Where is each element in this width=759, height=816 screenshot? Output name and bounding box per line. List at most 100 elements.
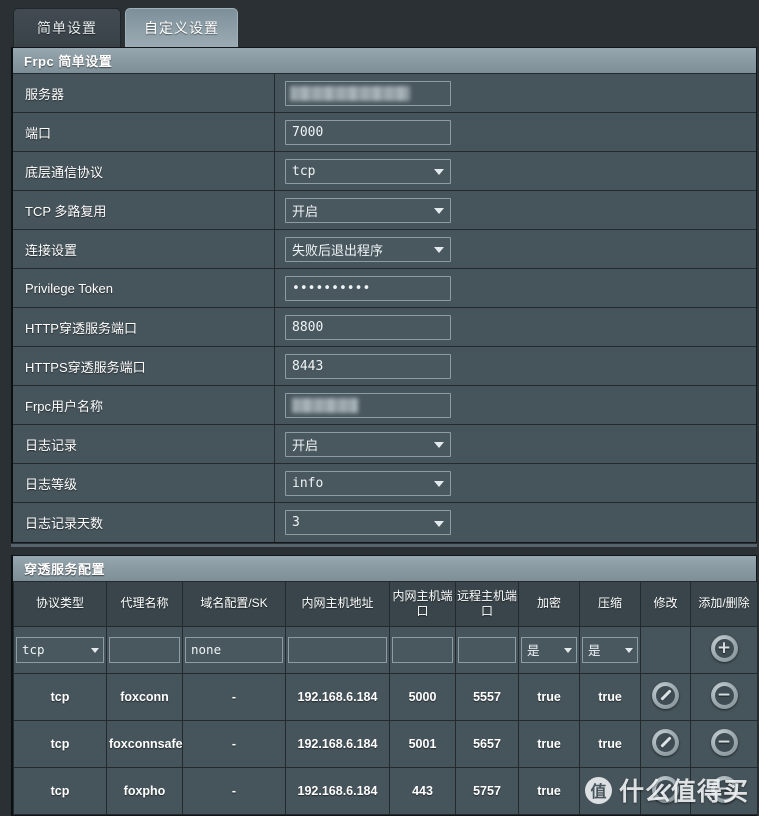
label-log-level: 日志等级 — [13, 464, 275, 502]
frpc-username-input[interactable] — [285, 392, 451, 418]
form-row-https-port: HTTPS穿透服务端口 — [13, 347, 756, 386]
label-tcp-mux: TCP 多路复用 — [13, 191, 275, 229]
field-privilege-token — [275, 269, 756, 307]
new-encrypt-value: 是 — [527, 644, 540, 658]
form-row-frpc-username: Frpc用户名称 — [13, 386, 756, 425]
chevron-down-icon — [434, 481, 444, 487]
label-port: 端口 — [13, 113, 275, 151]
cell-proxy-name: foxconn — [106, 672, 183, 721]
new-protocol-value: tcp — [22, 642, 45, 657]
basic-settings-panel: Frpc 简单设置 服务器 端口 底层通信协议 tcp — [11, 47, 757, 543]
cell-delete: − — [690, 766, 758, 815]
pencil-circle-icon[interactable] — [652, 681, 679, 709]
connection-select[interactable]: 失败后退出程序 — [285, 236, 451, 262]
label-privilege-token: Privilege Token — [13, 269, 275, 307]
form-row-http-port: HTTP穿透服务端口 — [13, 308, 756, 347]
field-tcp-mux: 开启 — [275, 191, 756, 229]
cell-delete: − — [690, 719, 758, 768]
connection-select-value: 失败后退出程序 — [292, 242, 384, 258]
service-config-table: 协议类型 代理名称 域名配置/SK 内网主机地址 内网主机端口 远程主机端口 加… — [13, 582, 758, 815]
cell-domain-sk: - — [182, 719, 286, 768]
tab-simple-settings[interactable]: 简单设置 — [13, 8, 121, 47]
field-protocol: tcp — [275, 152, 756, 190]
new-protocol-cell: tcp — [13, 625, 107, 674]
cell-domain-sk: - — [182, 766, 286, 815]
cell-compress: true — [579, 672, 641, 721]
https-port-input[interactable] — [285, 353, 451, 379]
new-remote-port-input[interactable] — [458, 636, 516, 663]
chevron-down-icon — [91, 647, 99, 653]
new-local-ip-input[interactable] — [288, 636, 387, 663]
field-log-days: 3 — [275, 503, 756, 542]
cell-protocol: tcp — [13, 766, 107, 815]
cell-delete: − — [690, 672, 758, 721]
pencil-circle-icon[interactable] — [652, 728, 679, 756]
cell-encrypt: true — [518, 672, 580, 721]
column-header-remote-port: 远程主机端口 — [455, 582, 519, 627]
cell-encrypt: true — [518, 719, 580, 768]
table-row: tcp foxpho - 192.168.6.184 443 5757 true… — [13, 766, 758, 815]
new-edit-cell — [640, 625, 691, 674]
column-header-edit: 修改 — [640, 582, 691, 627]
log-days-select[interactable]: 3 — [285, 510, 451, 535]
log-level-select[interactable]: info — [285, 470, 451, 496]
frpc-settings-page: 简单设置 自定义设置 Frpc 简单设置 服务器 端口 底层通信协议 — [0, 0, 759, 816]
service-config-title: 穿透服务配置 — [13, 556, 756, 582]
new-protocol-select[interactable]: tcp — [16, 636, 104, 663]
label-server: 服务器 — [13, 74, 275, 112]
cell-edit — [640, 766, 691, 815]
tab-custom-settings[interactable]: 自定义设置 — [125, 8, 238, 47]
privilege-token-input[interactable] — [285, 275, 451, 301]
cell-compress: true — [579, 719, 641, 768]
new-encrypt-select[interactable]: 是 — [521, 636, 577, 663]
cell-local-ip: 192.168.6.184 — [285, 719, 390, 768]
http-port-input[interactable] — [285, 314, 451, 340]
chevron-down-icon — [625, 647, 633, 653]
minus-circle-icon[interactable]: − — [710, 681, 738, 709]
new-proxy-name-input[interactable] — [109, 636, 180, 663]
tcp-mux-select[interactable]: 开启 — [285, 197, 451, 223]
new-compress-select[interactable]: 是 — [582, 636, 638, 663]
new-proxy-name-cell — [106, 625, 183, 674]
label-log-days: 日志记录天数 — [13, 503, 275, 542]
cell-local-port: 5000 — [389, 672, 456, 721]
column-header-proxy-name: 代理名称 — [106, 582, 183, 627]
cell-remote-port: 5657 — [455, 719, 519, 768]
chevron-down-icon — [434, 520, 444, 527]
label-connection: 连接设置 — [13, 230, 275, 268]
cell-local-ip: 192.168.6.184 — [285, 672, 390, 721]
tcp-mux-select-value: 开启 — [292, 203, 319, 219]
field-port — [275, 113, 756, 151]
server-input[interactable] — [285, 80, 451, 106]
minus-circle-icon[interactable]: − — [710, 775, 738, 803]
new-local-ip-cell — [285, 625, 390, 674]
tab-custom-settings-label: 自定义设置 — [144, 20, 219, 36]
cell-local-port: 443 — [389, 766, 456, 815]
log-enable-select[interactable]: 开启 — [285, 431, 451, 457]
field-connection: 失败后退出程序 — [275, 230, 756, 268]
minus-circle-icon[interactable]: − — [710, 728, 738, 756]
tab-bar: 简单设置 自定义设置 — [0, 0, 759, 47]
label-http-port: HTTP穿透服务端口 — [13, 308, 275, 346]
port-input[interactable] — [285, 119, 451, 145]
cell-protocol: tcp — [13, 719, 107, 768]
plus-circle-icon[interactable]: + — [710, 634, 738, 662]
protocol-select[interactable]: tcp — [285, 158, 451, 184]
cell-encrypt: true — [518, 766, 580, 815]
column-header-protocol: 协议类型 — [13, 582, 107, 627]
table-header-row: 协议类型 代理名称 域名配置/SK 内网主机地址 内网主机端口 远程主机端口 加… — [13, 582, 758, 627]
form-row-port: 端口 — [13, 113, 756, 152]
chevron-down-icon — [434, 247, 444, 253]
form-row-connection: 连接设置 失败后退出程序 — [13, 230, 756, 269]
new-local-port-cell — [389, 625, 456, 674]
cell-compress — [579, 766, 641, 815]
field-frpc-username — [275, 386, 756, 424]
new-local-port-input[interactable] — [392, 636, 453, 663]
form-row-privilege-token: Privilege Token — [13, 269, 756, 308]
label-https-port: HTTPS穿透服务端口 — [13, 347, 275, 385]
new-domain-sk-cell — [182, 625, 286, 674]
pencil-circle-icon[interactable] — [652, 775, 679, 803]
cell-local-port: 5001 — [389, 719, 456, 768]
label-frpc-username: Frpc用户名称 — [13, 386, 275, 424]
new-domain-sk-input[interactable] — [185, 636, 283, 663]
